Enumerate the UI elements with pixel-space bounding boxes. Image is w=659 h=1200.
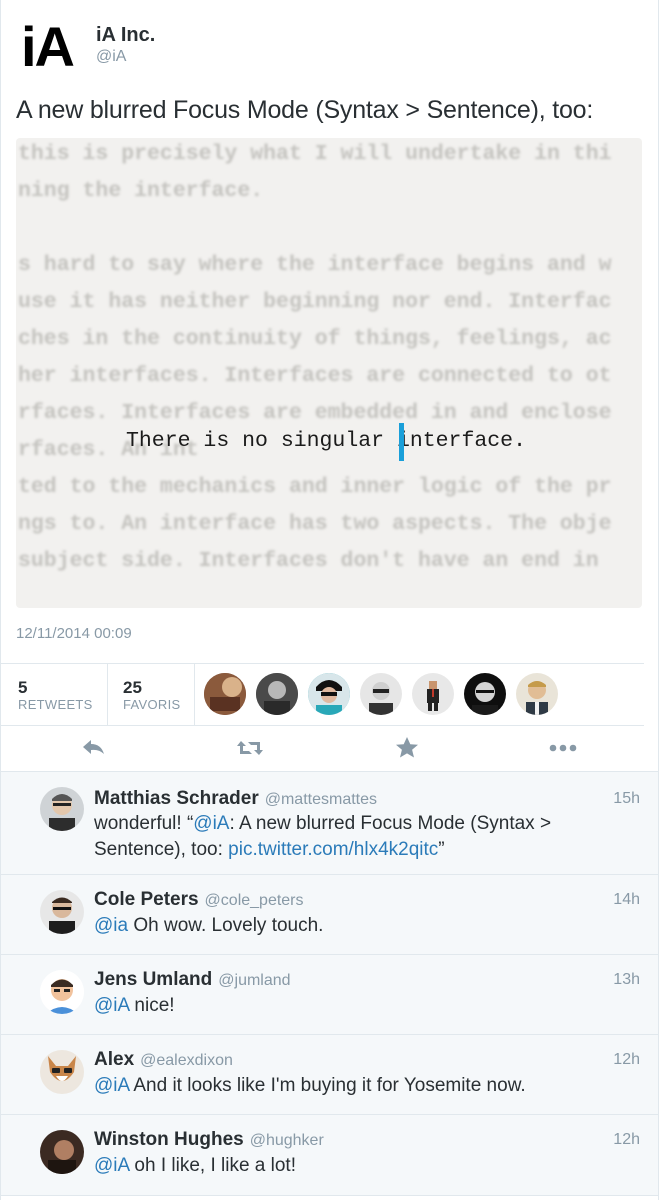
favoriter-avatar[interactable]: [464, 673, 506, 715]
blurred-text-line: her interfaces. Interfaces are connected…: [18, 364, 612, 388]
reply-text-body: oh I like, I like a lot!: [129, 1155, 296, 1176]
tweet-detail-panel: iA iA Inc. @iA A new blurred Focus Mode …: [0, 0, 659, 1200]
reply-tweet[interactable]: Winston Hughes @hughker 12h @iA oh I like…: [1, 1115, 658, 1196]
more-icon[interactable]: [548, 735, 578, 761]
blurred-text-line: ngs to. An interface has two aspects. Th…: [18, 512, 612, 536]
reply-text-pre: wonderful! “: [94, 813, 194, 834]
media-link[interactable]: pic.twitter.com/hlx4k2qitc: [228, 839, 438, 860]
reply-time[interactable]: 12h: [613, 1051, 640, 1069]
reply-author[interactable]: Winston Hughes @hughker: [94, 1129, 324, 1151]
reply-author-handle[interactable]: @ealexdixon: [140, 1052, 233, 1069]
tweet-media-image[interactable]: this is precisely what I will undertake …: [16, 138, 642, 608]
favoriter-avatar[interactable]: [256, 673, 298, 715]
reply-author-name[interactable]: Winston Hughes: [94, 1129, 244, 1150]
reply-author-handle[interactable]: @hughker: [250, 1132, 324, 1149]
mention-link[interactable]: @iA: [193, 813, 229, 834]
avatar[interactable]: [40, 1130, 84, 1174]
blurred-text-line: this is precisely what I will undertake …: [18, 142, 612, 166]
account-handle[interactable]: @iA: [96, 48, 126, 66]
reply-time[interactable]: 12h: [613, 1131, 640, 1149]
retweets-count: 5: [18, 678, 28, 697]
favoriter-avatar[interactable]: [516, 673, 558, 715]
reply-time[interactable]: 15h: [613, 790, 640, 808]
retweets-label: RETWEETS: [18, 697, 93, 712]
reply-text: @ia Oh wow. Lovely touch.: [94, 913, 614, 939]
reply-text-post: ”: [438, 839, 445, 860]
reply-author[interactable]: Matthias Schrader @mattesmattes: [94, 788, 377, 810]
blurred-text-line: ted to the mechanics and inner logic of …: [18, 475, 612, 499]
mention-link[interactable]: @iA: [94, 995, 129, 1016]
tweet-actions: [1, 725, 658, 772]
favoriter-avatar[interactable]: [204, 673, 246, 715]
reply-icon[interactable]: [79, 735, 109, 761]
blurred-text-line: ning the interface.: [18, 179, 264, 203]
avatar[interactable]: [40, 1050, 84, 1094]
favoriter-avatar[interactable]: [360, 673, 402, 715]
blurred-text-line: use it has neither beginning nor end. In…: [18, 290, 612, 314]
stats-divider: [194, 664, 195, 725]
reply-author-handle[interactable]: @mattesmattes: [265, 791, 377, 808]
reply-text-body: nice!: [129, 995, 175, 1016]
avatar[interactable]: [40, 970, 84, 1014]
focused-sentence: There is no singular interface.: [126, 429, 526, 453]
reply-tweet[interactable]: Alex @ealexdixon 12h @iA And it looks lik…: [1, 1035, 658, 1115]
retweet-icon[interactable]: [235, 735, 265, 761]
account-logo[interactable]: iA: [21, 12, 75, 82]
reply-author[interactable]: Jens Umland @jumland: [94, 969, 291, 991]
avatar[interactable]: [40, 890, 84, 934]
tweet-timestamp[interactable]: 12/11/2014 00:09: [16, 625, 132, 642]
mention-link[interactable]: @iA: [94, 1075, 129, 1096]
reply-author-handle[interactable]: @jumland: [218, 972, 290, 989]
reply-time[interactable]: 14h: [613, 891, 640, 909]
focused-sentence-before: There is no singular: [126, 429, 385, 453]
favorites-count: 25: [123, 678, 142, 697]
favorites-label: FAVORIS: [123, 697, 181, 712]
reply-author-name[interactable]: Alex: [94, 1049, 134, 1070]
reply-author[interactable]: Cole Peters @cole_peters: [94, 889, 304, 911]
tweet-stats: 5 RETWEETS 25 FAVORIS: [1, 663, 644, 726]
account-name[interactable]: iA Inc.: [96, 24, 155, 47]
reply-text: wonderful! “@iA: A new blurred Focus Mod…: [94, 811, 614, 863]
reply-tweet[interactable]: Matthias Schrader @mattesmattes 15h wonde…: [1, 772, 658, 875]
reply-text: @iA oh I like, I like a lot!: [94, 1153, 614, 1179]
mention-link[interactable]: @iA: [94, 1155, 129, 1176]
reply-author-name[interactable]: Jens Umland: [94, 969, 212, 990]
tweet-text: A new blurred Focus Mode (Syntax > Sente…: [16, 96, 594, 124]
favoriter-avatar[interactable]: [412, 673, 454, 715]
blurred-text-line: subject side. Interfaces don't have an e…: [18, 549, 599, 573]
reply-tweet[interactable]: Jens Umland @jumland 13h @iA nice!: [1, 955, 658, 1035]
favoriter-avatar[interactable]: [308, 673, 350, 715]
reply-time[interactable]: 13h: [613, 971, 640, 989]
reply-author-handle[interactable]: @cole_peters: [205, 892, 304, 909]
mention-link[interactable]: @ia: [94, 915, 128, 936]
blurred-text-line: rfaces. Interfaces are embedded in and e…: [18, 401, 612, 425]
reply-text: @iA nice!: [94, 993, 614, 1019]
reply-text-body: Oh wow. Lovely touch.: [128, 915, 324, 936]
reply-author[interactable]: Alex @ealexdixon: [94, 1049, 233, 1071]
reply-author-name[interactable]: Matthias Schrader: [94, 788, 259, 809]
stats-divider: [107, 664, 108, 725]
reply-author-name[interactable]: Cole Peters: [94, 889, 199, 910]
favorite-icon[interactable]: [392, 735, 422, 761]
reply-text: @iA And it looks like I'm buying it for …: [94, 1073, 614, 1099]
text-cursor: [399, 423, 404, 461]
reply-text-body: And it looks like I'm buying it for Yose…: [129, 1075, 526, 1096]
avatar[interactable]: [40, 787, 84, 831]
reply-tweet[interactable]: Cole Peters @cole_peters 14h @ia Oh wow. …: [1, 875, 658, 955]
blurred-text-line: ches in the continuity of things, feelin…: [18, 327, 612, 351]
blurred-text-line: s hard to say where the interface begins…: [18, 253, 612, 277]
focused-sentence-after: interface.: [384, 429, 526, 453]
